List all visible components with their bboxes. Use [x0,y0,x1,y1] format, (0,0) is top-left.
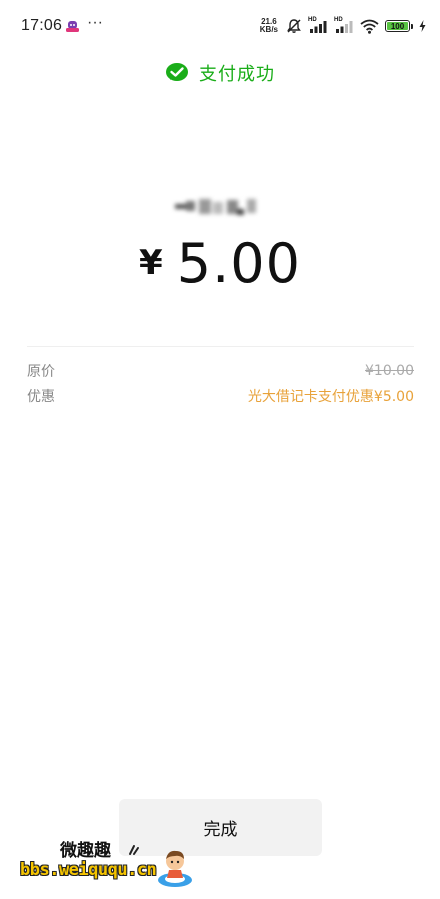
sparkle-icon [129,845,139,855]
watermark: 微趣趣 bbs.weiququ.cn [20,836,200,896]
status-right-cluster: 21.6 KB/s HD HD 100 [260,16,426,36]
original-price-value: ¥10.00 [365,363,414,379]
watermark-title: 微趣趣 [60,841,111,861]
payment-amount: ¥ 5.00 [0,232,440,295]
currency-symbol: ¥ [139,243,163,283]
payment-success-header: 支付成功 [0,60,440,86]
discount-row: 优惠 光大借记卡支付优惠¥5.00 [27,386,414,406]
mute-bell-icon [287,19,301,33]
status-bar: 17:06 ··· 21.6 KB/s HD HD 100 [0,0,440,52]
battery-level: 100 [390,21,405,31]
amount-value: 5.00 [176,232,301,295]
original-price-row: 原价 ¥10.00 [27,361,414,381]
signal-hd-icon: HD [334,17,354,34]
signal-hd-icon: HD [308,17,328,34]
merchant-name-obscured [175,199,256,215]
more-notifications-dots: ··· [87,14,103,31]
charging-icon [419,20,426,32]
watermark-url: bbs.weiququ.cn [20,860,157,880]
discount-label: 优惠 [27,389,55,405]
status-time: 17:06 [21,17,63,34]
divider [27,346,414,347]
app-notification-icon [66,21,79,32]
page-title: 支付成功 [199,64,275,85]
network-speed-unit: KB/s [259,25,278,34]
network-speed: 21.6 KB/s [260,18,278,34]
original-price-label: 原价 [27,364,55,380]
battery-icon: 100 [385,20,413,32]
mascot-figure-icon [158,850,192,887]
wifi-icon [360,19,379,34]
wechat-pay-check-icon [166,63,188,81]
discount-value: 光大借记卡支付优惠¥5.00 [247,389,414,405]
